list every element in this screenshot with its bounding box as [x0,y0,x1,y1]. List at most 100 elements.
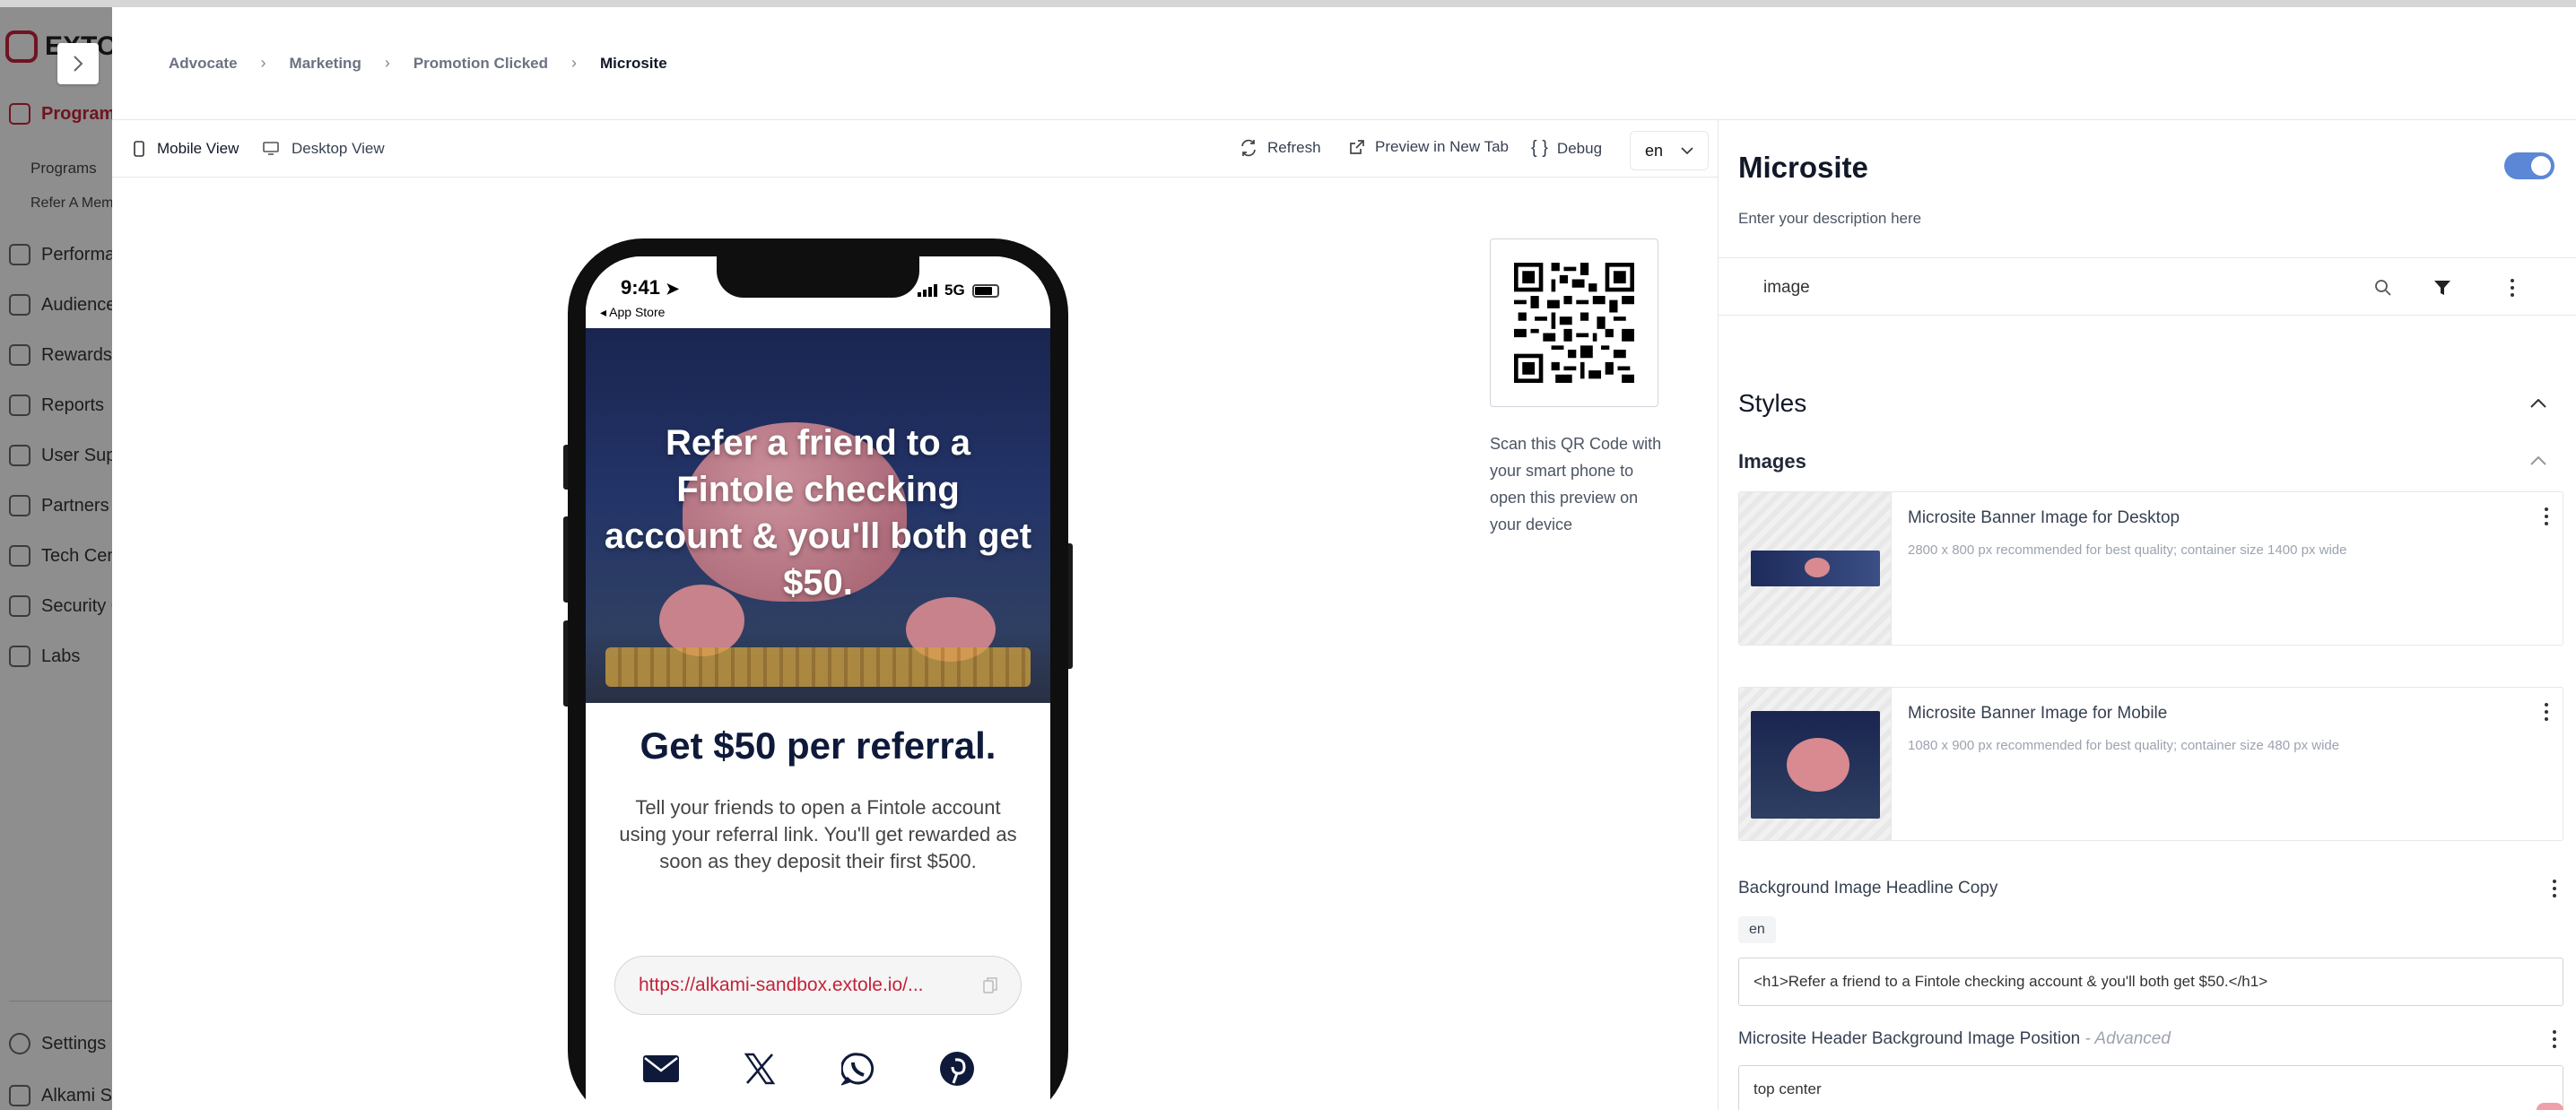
image-card-mobile-banner[interactable]: Microsite Banner Image for Mobile 1080 x… [1738,687,2563,841]
image-thumbnail[interactable] [1739,492,1892,645]
status-time-value: 9:41 [621,276,661,299]
coins-illustration [605,647,1031,687]
settings-title: Microsite [1738,151,1868,184]
status-time: 9:41 ➤ [621,276,679,299]
kebab-icon [2503,276,2521,299]
headline-copy-input[interactable]: <h1>Refer a friend to a Fintole checking… [1738,958,2563,1006]
hero-banner: Refer a friend to a Fintole checking acc… [586,328,1050,703]
search-button[interactable] [2370,274,2397,301]
chevron-right-icon: › [260,54,266,72]
styles-heading[interactable]: Styles [1738,389,1806,418]
refresh-icon [1241,139,1256,157]
network-type: 5G [944,282,965,299]
microsite-enabled-toggle[interactable] [2504,152,2554,179]
email-icon [643,1055,679,1082]
settings-search-bar: image [1719,258,2576,316]
debug-button[interactable]: { } Debug [1531,138,1602,159]
image-card-hint: 1080 x 900 px recommended for best quali… [1908,738,2340,753]
expand-sidebar-button[interactable] [57,43,99,84]
browser-top-edge [0,0,2576,7]
location-arrow-icon: ➤ [666,280,680,298]
copy-icon[interactable] [983,977,997,993]
preview-new-tab-label: Preview in New Tab [1375,138,1509,155]
monitor-icon [263,142,279,155]
back-to-app-store[interactable]: ◂ App Store [600,305,665,320]
phone-notch [717,256,919,298]
image-thumbnail[interactable] [1739,688,1892,840]
chevron-right-icon: › [384,54,390,72]
phone-screen: 9:41 ➤ ◂ App Store 5G Refer a friend to … [586,256,1050,1110]
whatsapp-icon [841,1053,875,1086]
desktop-banner-preview [1751,551,1880,586]
breadcrumb: Advocate › Marketing › Promotion Clicked… [169,54,667,73]
signal-icon [918,284,937,297]
bg-position-label: Microsite Header Background Image Positi… [1738,1029,2171,1049]
microsite-editor-panel: Advocate › Marketing › Promotion Clicked… [112,7,2576,1110]
images-heading[interactable]: Images [1738,450,1806,473]
breadcrumb-marketing[interactable]: Marketing [290,55,361,73]
breadcrumb-current: Microsite [600,54,667,72]
search-icon [2375,280,2391,296]
modal-backdrop[interactable] [0,0,112,1110]
external-link-icon [1350,140,1364,154]
kebab-icon[interactable] [2546,1028,2563,1051]
kebab-icon[interactable] [2546,877,2563,900]
image-card-title: Microsite Banner Image for Mobile [1908,704,2168,723]
desktop-view-label: Desktop View [292,140,385,157]
headline-copy-language[interactable]: en [1738,916,1776,943]
settings-description[interactable]: Enter your description here [1738,210,1921,228]
image-card-hint: 2800 x 800 px recommended for best quali… [1908,542,2347,558]
bg-position-input[interactable]: top center [1738,1065,2563,1110]
chevron-right-icon [74,56,83,72]
language-value: en [1645,141,1664,160]
mobile-icon [134,141,144,157]
qr-code-image [1514,263,1634,383]
battery-icon [971,283,999,298]
chevron-right-icon: › [571,54,578,72]
preview-toolbar: Mobile View Desktop View Refresh Preview… [112,120,1718,178]
offer-body: Tell your friends to open a Fintole acco… [619,796,1017,872]
filter-icon [2434,281,2450,295]
mobile-banner-preview [1751,711,1880,819]
settings-panel: Microsite Enter your description here im… [1719,120,2576,1110]
desktop-view-button[interactable]: Desktop View [263,140,385,158]
share-whatsapp-button[interactable] [839,1049,878,1088]
settings-search-input[interactable]: image [1763,278,1810,298]
breadcrumb-advocate[interactable]: Advocate [169,55,238,73]
share-pinterest-button[interactable] [937,1049,977,1088]
scroll-indicator [2537,1103,2563,1110]
share-email-button[interactable] [641,1049,681,1088]
referral-link-text: https://alkami-sandbox.extole.io/... [639,975,924,995]
hero-headline: Refer a friend to a Fintole checking acc… [604,423,1032,603]
status-indicators: 5G [918,282,999,299]
chevron-down-icon [1681,147,1693,154]
advanced-tag: - Advanced [2084,1029,2171,1048]
settings-more-button[interactable] [2499,274,2526,301]
referral-link-field[interactable]: https://alkami-sandbox.extole.io/... [614,956,1022,1015]
mobile-view-button[interactable]: Mobile View [134,140,239,158]
qr-caption: Scan this QR Code with your smart phone … [1490,435,1662,533]
kebab-icon[interactable] [2537,505,2555,528]
breadcrumb-promotion-clicked[interactable]: Promotion Clicked [413,55,548,73]
bg-position-label-text: Microsite Header Background Image Positi… [1738,1029,2081,1048]
image-card-desktop-banner[interactable]: Microsite Banner Image for Desktop 2800 … [1738,491,2563,646]
chevron-up-icon[interactable] [2528,450,2549,472]
preview-new-tab-button[interactable]: Preview in New Tab [1348,138,1509,156]
share-x-button[interactable] [740,1049,779,1088]
kebab-icon[interactable] [2537,700,2555,724]
mobile-view-label: Mobile View [157,140,239,157]
qr-code [1490,238,1658,407]
phone-mockup: 9:41 ➤ ◂ App Store 5G Refer a friend to … [568,238,1068,1110]
refresh-button[interactable]: Refresh [1239,138,1321,158]
refresh-label: Refresh [1267,139,1321,156]
offer-headline: Get $50 per referral. [640,724,996,767]
headline-copy-label: Background Image Headline Copy [1738,879,1998,898]
pinterest-icon [940,1052,974,1086]
filter-button[interactable] [2429,274,2456,301]
phone-status-bar: 9:41 ➤ ◂ App Store 5G [586,256,1050,328]
debug-label: Debug [1556,139,1603,157]
braces-icon: { } [1531,138,1548,158]
language-select[interactable]: en [1630,131,1709,170]
chevron-up-icon[interactable] [2528,393,2549,414]
image-card-title: Microsite Banner Image for Desktop [1908,508,2180,527]
